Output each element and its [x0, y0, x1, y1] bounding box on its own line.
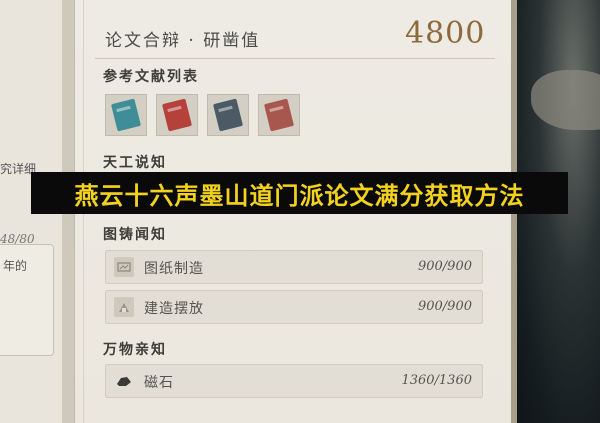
row-blueprint[interactable]: 图纸制造 900/900 [105, 250, 483, 284]
row-magnet-progress: 1360/1360 [401, 373, 472, 388]
build-icon [114, 297, 134, 317]
scene-rock [531, 70, 600, 130]
row-magnet[interactable]: 磁石 1360/1360 [105, 364, 483, 398]
row-build-label: 建造摆放 [144, 301, 204, 317]
row-build-progress: 900/900 [417, 299, 472, 314]
blueprint-icon [114, 257, 134, 277]
banner-text: 燕云十六声墨山道门派论文满分获取方法 [74, 181, 525, 210]
section-tuzhu-title: 图铸闻知 [103, 227, 167, 243]
section-wanwu-title: 万物亲知 [103, 342, 167, 358]
row-magnet-label: 磁石 [144, 375, 174, 391]
row-blueprint-label: 图纸制造 [144, 261, 204, 277]
header-divider [95, 58, 495, 59]
left-panel-box-text: 年的 [3, 259, 28, 273]
book-icon [161, 98, 193, 132]
book-slot[interactable] [258, 94, 300, 136]
section-references-title: 参考文献列表 [103, 69, 199, 85]
title-banner: 燕云十六声墨山道门派论文满分获取方法 [31, 172, 568, 214]
book-icon [110, 98, 142, 132]
book-slot[interactable] [156, 94, 198, 136]
row-build[interactable]: 建造摆放 900/900 [105, 290, 483, 324]
reference-book-list [105, 94, 300, 136]
book-slot[interactable] [207, 94, 249, 136]
left-panel-box[interactable]: 年的 [0, 244, 54, 356]
row-blueprint-progress: 900/900 [417, 259, 472, 274]
research-score: 4800 [405, 16, 486, 51]
magnet-stone-icon [114, 371, 134, 391]
panel-title: 论文合辩 · 研凿值 [105, 31, 261, 51]
book-icon [212, 98, 244, 132]
book-icon [263, 98, 295, 132]
book-slot[interactable] [105, 94, 147, 136]
section-tiangong-title: 天工说知 [103, 155, 167, 171]
